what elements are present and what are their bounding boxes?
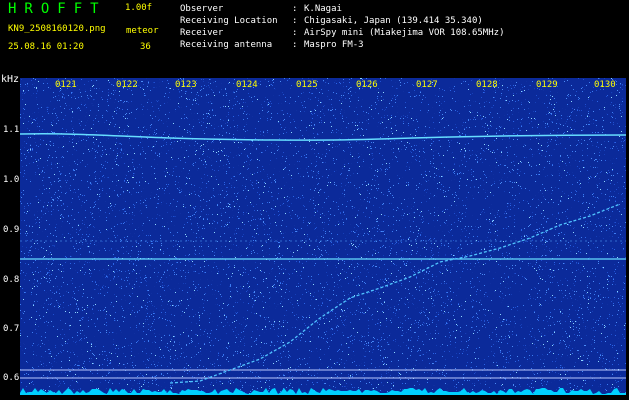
- info-key: Observer: [180, 4, 224, 14]
- y-tick-label: 0.8: [3, 275, 20, 285]
- y-tick-label: 0.6: [3, 373, 20, 383]
- x-tick-label: 0129: [536, 80, 558, 90]
- info-row-location: Receiving Location : Chigasaki, Japan (1…: [180, 15, 504, 27]
- x-tick-label: 0127: [416, 80, 438, 90]
- info-sep: :: [292, 40, 298, 50]
- x-tick-label: 0126: [356, 80, 378, 90]
- info-key: Receiving Location: [180, 16, 278, 26]
- meteor-label: meteor: [126, 26, 159, 36]
- x-tick-label: 0121: [55, 80, 77, 90]
- info-sep: :: [292, 16, 298, 26]
- info-value: AirSpy mini (Miakejima VOR 108.65MHz): [304, 28, 505, 38]
- y-tick-label: 0.7: [3, 324, 20, 334]
- info-value: Maspro FM-3: [304, 40, 364, 50]
- y-tick-label: 0.9: [3, 225, 20, 235]
- filename-label: KN9_2508160120.png: [8, 24, 106, 34]
- x-tick-label: 0123: [175, 80, 197, 90]
- x-tick-label: 0130: [594, 80, 616, 90]
- y-tick-label: 1.0: [3, 175, 20, 185]
- info-row-observer: Observer : K.Nagai: [180, 3, 504, 15]
- info-sep: :: [292, 4, 298, 14]
- info-value: K.Nagai: [304, 4, 342, 14]
- y-tick-label: 1.1: [3, 125, 20, 135]
- x-tick-label: 0128: [476, 80, 498, 90]
- header: HROFFT 1.00f KN9_2508160120.png meteor 2…: [0, 0, 629, 74]
- info-sep: :: [292, 28, 298, 38]
- info-key: Receiving antenna: [180, 40, 273, 50]
- y-axis-unit: kHz: [1, 74, 20, 85]
- x-tick-label: 0124: [236, 80, 258, 90]
- x-tick-label: 0122: [116, 80, 138, 90]
- x-tick-label: 0125: [296, 80, 318, 90]
- info-row-antenna: Receiving antenna : Maspro FM-3: [180, 39, 504, 51]
- info-row-receiver: Receiver : AirSpy mini (Miakejima VOR 10…: [180, 27, 504, 39]
- version-label: 1.00f: [125, 3, 153, 13]
- info-key: Receiver: [180, 28, 224, 38]
- timestamp-label: 25.08.16 01:20: [8, 42, 84, 52]
- info-value: Chigasaki, Japan (139.414 35.340): [304, 16, 483, 26]
- waterfall-plot: [20, 78, 626, 395]
- meteor-count: 36: [140, 42, 151, 52]
- station-info: Observer : K.Nagai Receiving Location : …: [180, 3, 504, 51]
- waterfall-canvas: [20, 78, 626, 395]
- app-title: HROFFT: [8, 1, 107, 17]
